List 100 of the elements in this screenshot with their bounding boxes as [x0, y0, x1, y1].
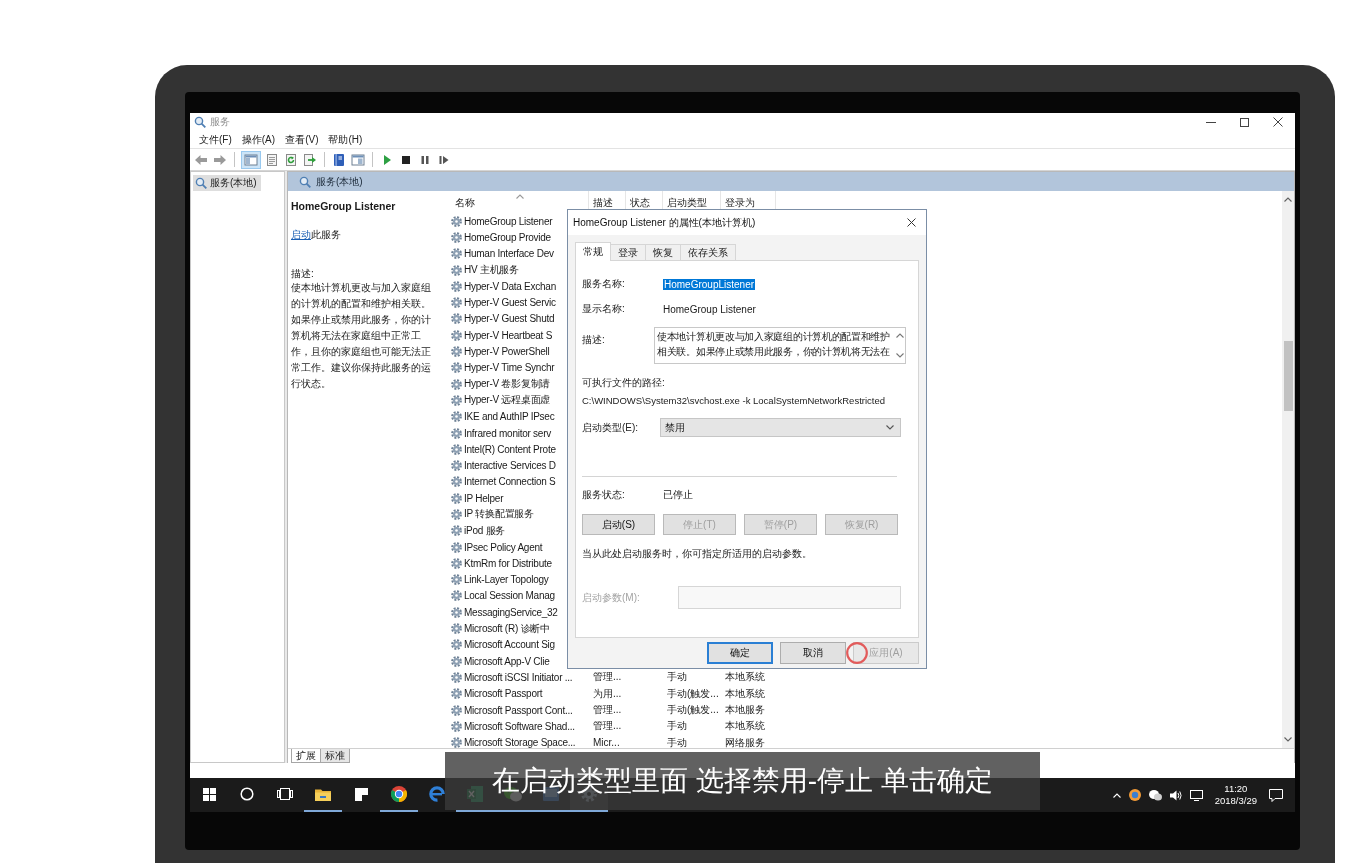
description-label: 描述: [291, 268, 315, 280]
service-name[interactable]: Local Session Manag [464, 590, 555, 602]
menu-item[interactable]: 操作(A) [236, 131, 281, 148]
dialog-title: HomeGroup Listener 的属性(本地计算机) [573, 215, 756, 230]
back-icon[interactable] [194, 152, 208, 167]
service-name[interactable]: Hyper-V 卷影复制请 [464, 377, 551, 392]
service-name[interactable]: Microsoft Storage Space... [464, 737, 576, 748]
close-icon[interactable] [907, 218, 916, 227]
service-name[interactable]: Internet Connection S [464, 476, 556, 488]
service-name[interactable]: Human Interface Dev [464, 248, 554, 260]
service-name[interactable]: Hyper-V Data Exchan [464, 280, 556, 292]
field-label: 描述: [582, 333, 606, 347]
monitor-icon[interactable] [1189, 789, 1203, 801]
tree-item[interactable]: 服务(本地) [193, 175, 261, 191]
view-tab[interactable]: 扩展 [291, 749, 321, 763]
service-name[interactable]: Infrared monitor serv [464, 427, 551, 439]
app-icon[interactable] [1128, 789, 1141, 801]
service-name[interactable]: Microsoft Passport Cont... [464, 704, 573, 716]
maximize-icon[interactable] [1240, 117, 1249, 127]
scroll-up-icon[interactable] [1284, 197, 1292, 202]
scrollbar-thumb[interactable] [1283, 341, 1293, 411]
chat-icon[interactable] [1148, 789, 1162, 801]
service-name[interactable]: Microsoft iSCSI Initiator ... [464, 671, 573, 683]
task-view-icon [277, 788, 293, 800]
gear-icon [451, 215, 462, 227]
export-icon[interactable] [303, 152, 317, 167]
dialog-button[interactable]: 取消 [780, 642, 846, 664]
gear-icon [451, 509, 462, 520]
gear-icon [451, 346, 462, 357]
browser-icon [391, 786, 407, 802]
start-parameters-field[interactable] [678, 586, 901, 609]
start-link[interactable]: 启动 [291, 229, 311, 240]
service-name[interactable]: Microsoft Passport [464, 688, 543, 700]
service-name[interactable]: Hyper-V PowerShell [464, 346, 550, 357]
service-name[interactable]: Hyper-V Time Synchr [464, 362, 555, 374]
scrollbar-track[interactable] [1282, 191, 1294, 748]
dialog-button[interactable]: 确定 [707, 642, 773, 664]
browser-icon [429, 786, 445, 802]
hint-text: 当从此处启动服务时，你可指定所适用的启动参数。 [582, 547, 812, 561]
service-name[interactable]: IKE and AuthIP IPsec [464, 411, 555, 423]
close-icon[interactable] [1273, 117, 1283, 127]
startup-type-dropdown[interactable]: 禁用 [660, 418, 901, 437]
panel-title: 服务(本地) [316, 174, 363, 189]
table-cell-text: 手动 [666, 670, 688, 685]
table-cell-text: 手动 [666, 735, 688, 748]
service-name[interactable]: Microsoft (R) 诊断中 [464, 621, 550, 636]
service-name[interactable]: iPod 服务 [464, 523, 506, 538]
window-icon[interactable] [351, 152, 365, 167]
service-name[interactable]: Intel(R) Content Prote [464, 443, 556, 455]
chevron-up-icon[interactable] [1112, 792, 1121, 798]
view-tab[interactable]: 标准 [320, 749, 350, 763]
gear-icon [451, 590, 462, 602]
description-box[interactable]: 使本地计算机更改与加入家庭组的计算机的配置和维护 相关联。如果停止或禁用此服务，你的计算机将无法在 [654, 327, 906, 364]
gear-icon [451, 443, 462, 455]
book-icon[interactable] [332, 152, 346, 167]
gear-icon [451, 655, 462, 667]
table-cell-text: 为用... [592, 686, 623, 701]
menu-item[interactable]: 帮助(H) [323, 131, 368, 148]
service-name[interactable]: Hyper-V Heartbeat S [464, 329, 553, 341]
scroll-up-icon[interactable] [896, 333, 904, 338]
refresh-icon[interactable] [284, 152, 298, 167]
tree-toggle-button[interactable] [242, 151, 260, 168]
volume-icon[interactable] [1169, 789, 1182, 801]
service-name[interactable]: Microsoft Account Sig [464, 639, 555, 651]
service-name[interactable]: KtmRm for Distribute [464, 557, 552, 569]
service-name[interactable]: Hyper-V Guest Shutd [464, 313, 555, 325]
magnifier-icon [194, 116, 206, 128]
service-name[interactable]: HomeGroup Provide [464, 231, 551, 243]
service-name[interactable]: HV 主机服务 [464, 263, 519, 278]
table-cell-text: 管理... [592, 670, 623, 685]
service-name[interactable]: Hyper-V Guest Servic [464, 297, 556, 309]
service-name[interactable]: IP 转换配置服务 [464, 507, 534, 522]
service-name[interactable]: Link-Layer Topology [464, 574, 549, 586]
menu-item[interactable]: 查看(V) [280, 131, 324, 148]
tab[interactable]: 常规 [575, 242, 611, 261]
display-name-value: HomeGroup Listener [663, 303, 756, 315]
document-icon[interactable] [265, 152, 279, 167]
tab[interactable]: 依存关系 [680, 244, 736, 260]
service-name[interactable]: HomeGroup Listener [464, 215, 553, 227]
notification-icon[interactable] [1269, 788, 1283, 802]
clock-date[interactable]: 2018/3/29 [1214, 795, 1257, 807]
service-name[interactable]: MessagingService_32 [464, 606, 558, 618]
gear-icon [451, 720, 462, 732]
service-name[interactable]: Hyper-V 远程桌面虚 [464, 393, 551, 408]
service-name[interactable]: Microsoft App-V Clie [464, 655, 550, 667]
table-cell-text: 手动(触发... [666, 686, 720, 701]
gear-icon [451, 541, 462, 553]
tab[interactable]: 恢复 [645, 244, 681, 260]
clock-time[interactable]: 11:20 [1224, 783, 1248, 795]
table-cell-text: 管理... [592, 719, 623, 734]
service-name[interactable]: IP Helper [464, 492, 504, 504]
service-control-button[interactable]: 启动(S) [582, 514, 655, 535]
service-name[interactable]: IPsec Policy Agent [464, 541, 543, 553]
gear-icon [451, 378, 462, 390]
minimize-icon[interactable] [1206, 121, 1216, 123]
service-name[interactable]: Interactive Services D [464, 460, 556, 472]
action-text: 启动此服务 [291, 229, 342, 241]
service-name[interactable]: Microsoft Software Shad... [464, 720, 575, 732]
tab[interactable]: 登录 [610, 244, 646, 260]
menu-item[interactable]: 文件(F) [194, 131, 237, 148]
